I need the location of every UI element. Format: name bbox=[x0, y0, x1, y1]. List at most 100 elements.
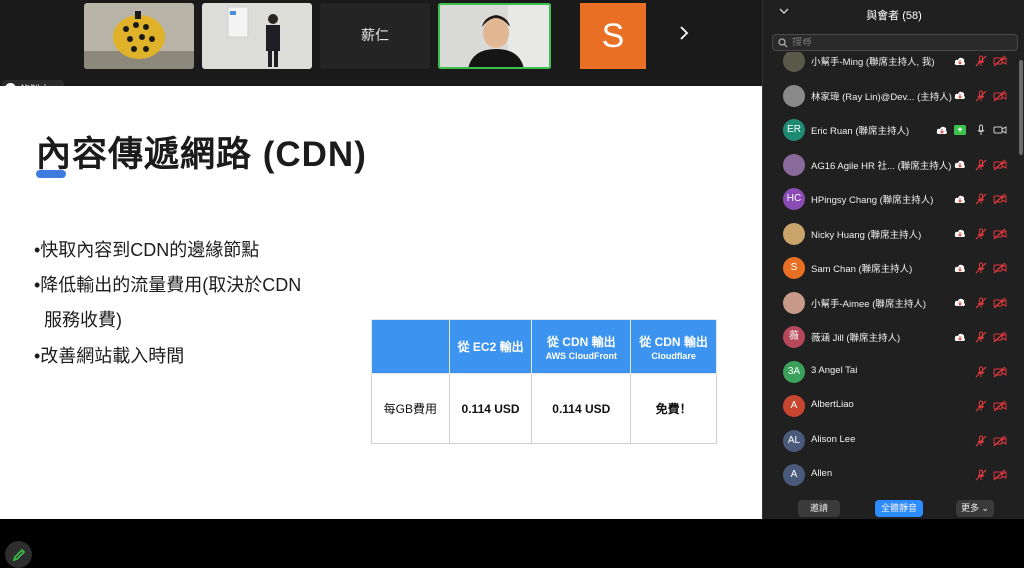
video-off-icon[interactable] bbox=[993, 227, 1007, 241]
video-off-icon[interactable] bbox=[993, 399, 1007, 413]
video-tile-active-speaker[interactable] bbox=[438, 3, 551, 69]
video-off-icon[interactable] bbox=[993, 192, 1007, 206]
participant-avatar bbox=[783, 153, 805, 176]
participant-avatar: A bbox=[783, 395, 805, 417]
video-off-icon[interactable] bbox=[993, 468, 1007, 482]
video-tile-presenter[interactable] bbox=[202, 3, 312, 69]
mic-icon[interactable] bbox=[974, 123, 988, 137]
participant-row[interactable]: ER Eric Ruan (聯席主持人) bbox=[763, 113, 1018, 147]
participant-name: Nicky Huang (聯席主持人) bbox=[811, 229, 922, 241]
participant-name: AG16 Agile HR 社... (聯席主持人) bbox=[811, 160, 952, 172]
panel-header: 與會者 (58) bbox=[763, 0, 1024, 28]
mic-muted-icon[interactable] bbox=[974, 192, 988, 206]
cloud-recording-icon bbox=[953, 330, 967, 344]
participant-row[interactable]: HC HPingsy Chang (聯席主持人) bbox=[763, 182, 1018, 216]
participant-avatar: 薇 bbox=[783, 326, 805, 348]
participant-name: Eric Ruan (聯席主持人) bbox=[811, 126, 910, 137]
more-button[interactable]: 更多 ⌄ bbox=[956, 500, 994, 517]
participant-name: Allen bbox=[811, 468, 833, 479]
bullet-2: •降低輸出的流量費用(取決於CDN bbox=[34, 275, 302, 295]
cloud-recording-icon bbox=[953, 192, 967, 206]
video-strip: 薪仁 S bbox=[0, 0, 762, 85]
annotate-pen-button[interactable] bbox=[5, 541, 32, 568]
video-off-icon[interactable] bbox=[993, 158, 1007, 172]
video-tile-pumpkin[interactable] bbox=[84, 3, 194, 69]
cloudflare-price-cell: 免費！ bbox=[630, 373, 717, 444]
participant-avatar: HC bbox=[783, 188, 805, 210]
video-off-icon[interactable] bbox=[993, 434, 1007, 448]
participant-row[interactable]: A AlbertLiao bbox=[763, 389, 1018, 423]
video-off-icon[interactable] bbox=[993, 261, 1007, 275]
cloud-recording-icon bbox=[953, 227, 967, 241]
mic-muted-icon[interactable] bbox=[974, 158, 988, 172]
participant-avatar: S bbox=[783, 257, 805, 279]
video-off-icon[interactable] bbox=[993, 330, 1007, 344]
participant-row[interactable]: 薇薇涵 Jill (聯席主持人) bbox=[763, 320, 1018, 354]
participant-row[interactable]: A Allen bbox=[763, 458, 1018, 492]
cloud-recording-icon bbox=[953, 158, 967, 172]
mic-muted-icon[interactable] bbox=[974, 434, 988, 448]
table-row: 每GB費用 0.114 USD 0.114 USD 免費！ bbox=[371, 373, 717, 444]
participant-search[interactable] bbox=[772, 34, 1018, 51]
mute-all-button[interactable]: 全體靜音 bbox=[875, 500, 923, 517]
participant-avatar bbox=[783, 52, 805, 72]
mic-muted-icon[interactable] bbox=[974, 296, 988, 310]
title-underline bbox=[36, 170, 66, 178]
mic-muted-icon[interactable] bbox=[974, 89, 988, 103]
next-page-chevron-icon[interactable] bbox=[679, 24, 689, 45]
video-off-icon[interactable] bbox=[993, 89, 1007, 103]
participant-name: 薇涵 Jill (聯席主持人) bbox=[811, 333, 901, 344]
meeting-stage: 薪仁 S 錄製中... 內容傳遞網路 (CDN) •快取內容到CDN的邊緣節點 … bbox=[0, 0, 762, 568]
participant-row[interactable]: 小幫手-Aimee (聯席主持人) bbox=[763, 286, 1018, 320]
search-input[interactable] bbox=[792, 37, 992, 48]
active-speaker-image bbox=[438, 3, 551, 69]
participant-name: 3 Angel Tai bbox=[811, 364, 858, 376]
table-header-empty bbox=[371, 319, 450, 374]
cloudflare-header-sub: Cloudflare bbox=[651, 350, 696, 361]
participant-list-scrollbar[interactable] bbox=[1019, 60, 1023, 155]
mic-muted-icon[interactable] bbox=[974, 54, 988, 68]
presenter-image bbox=[202, 3, 312, 69]
participants-panel: 與會者 (58) 小幫手-Ming (聯席主持人, 我) 林家瑋 (Ray Lin… bbox=[762, 0, 1024, 519]
participant-avatar: AL bbox=[783, 429, 805, 452]
video-icon[interactable] bbox=[993, 123, 1007, 137]
shared-slide: 內容傳遞網路 (CDN) •快取內容到CDN的邊緣節點 •降低輸出的流量費用(取… bbox=[0, 86, 762, 568]
participant-name: 小幫手-Aimee (聯席主持人) bbox=[811, 298, 927, 310]
mic-muted-icon[interactable] bbox=[974, 399, 988, 413]
participant-row[interactable]: AG16 Agile HR 社... (聯席主持人) bbox=[763, 148, 1018, 182]
participant-name: HPingsy Chang (聯席主持人) bbox=[811, 195, 934, 206]
table-header-ec2: 從 EC2 輸出 bbox=[448, 319, 533, 374]
participant-row[interactable]: 3A 3 Angel Tai bbox=[763, 355, 1018, 389]
video-off-icon[interactable] bbox=[993, 54, 1007, 68]
ec2-price-cell: 0.114 USD bbox=[448, 373, 533, 444]
participant-name: AlbertLiao bbox=[811, 399, 854, 410]
cloud-recording-icon bbox=[953, 89, 967, 103]
invite-button[interactable]: 邀請 bbox=[798, 500, 840, 517]
table-header-cloudfront: 從 CDN 輸出 AWS CloudFront bbox=[531, 319, 632, 374]
cloud-recording-icon bbox=[935, 123, 949, 137]
mic-muted-icon[interactable] bbox=[974, 365, 988, 379]
participant-row[interactable]: S Sam Chan (聯席主持人) bbox=[763, 251, 1018, 285]
panel-title: 與會者 (58) bbox=[866, 10, 922, 22]
row-label: 每GB費用 bbox=[371, 373, 450, 444]
mic-muted-icon[interactable] bbox=[974, 468, 988, 482]
participant-row[interactable]: 小幫手-Ming (聯席主持人, 我) bbox=[763, 52, 1018, 78]
mic-muted-icon[interactable] bbox=[974, 227, 988, 241]
search-icon bbox=[778, 37, 788, 47]
video-off-icon[interactable] bbox=[993, 296, 1007, 310]
cloudfront-header-label: 從 CDN 輸出 bbox=[546, 334, 616, 349]
participant-name: Alison Lee bbox=[811, 433, 856, 445]
participant-name: Sam Chan (聯席主持人) bbox=[811, 264, 913, 275]
participant-row[interactable]: 林家瑋 (Ray Lin)@Dev... (主持人) bbox=[763, 79, 1018, 113]
speaker-name-label: 薪仁 bbox=[361, 27, 389, 43]
table-header-cloudflare: 從 CDN 輸出 Cloudflare bbox=[630, 319, 717, 374]
video-tile-s-avatar[interactable]: S bbox=[580, 3, 646, 69]
participant-row[interactable]: Nicky Huang (聯席主持人) bbox=[763, 217, 1018, 251]
mic-muted-icon[interactable] bbox=[974, 261, 988, 275]
participant-row[interactable]: AL Alison Lee bbox=[763, 424, 1018, 458]
pen-icon bbox=[12, 548, 25, 561]
video-tile-speaker-name[interactable]: 薪仁 bbox=[320, 3, 430, 69]
video-off-icon[interactable] bbox=[993, 365, 1007, 379]
mic-muted-icon[interactable] bbox=[974, 330, 988, 344]
bullet-3: •改善網站載入時間 bbox=[34, 346, 185, 366]
